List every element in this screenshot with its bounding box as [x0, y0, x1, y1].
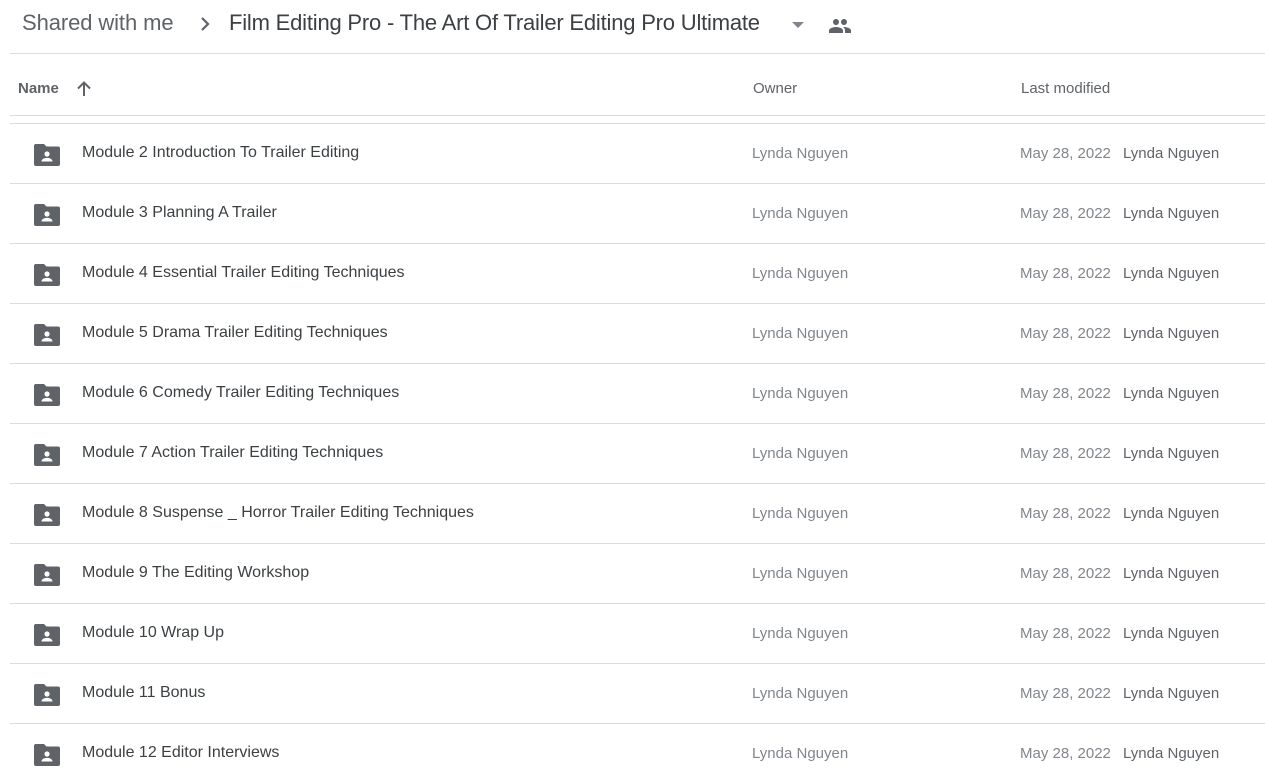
file-modified-date: May 28, 2022: [1020, 565, 1111, 582]
shared-folder-icon: [34, 264, 60, 286]
file-name: Module 2 Introduction To Trailer Editing: [82, 144, 360, 161]
file-modified-by: Lynda Nguyen: [1123, 565, 1220, 582]
file-modified-by: Lynda Nguyen: [1123, 325, 1220, 342]
file-row[interactable]: Module 4 Essential Trailer Editing Techn…: [10, 243, 1265, 303]
file-row[interactable]: Module 7 Action Trailer Editing Techniqu…: [10, 423, 1265, 483]
file-row[interactable]: Module 10 Wrap Up Lynda Nguyen May 28, 2…: [10, 603, 1265, 663]
shared-folder-icon: [34, 204, 60, 226]
file-name: Module 11 Bonus: [82, 684, 206, 701]
column-header-owner: Owner: [753, 80, 798, 97]
column-header-divider: [10, 115, 1265, 116]
file-row[interactable]: Module 6 Comedy Trailer Editing Techniqu…: [10, 363, 1265, 423]
file-name: Module 12 Editor Interviews: [82, 744, 280, 761]
file-modified-by: Lynda Nguyen: [1123, 145, 1220, 162]
file-row[interactable]: Module 5 Drama Trailer Editing Technique…: [10, 303, 1265, 363]
file-list: Module 2 Introduction To Trailer Editing…: [10, 123, 1265, 783]
breadcrumb-shared-with-me[interactable]: Shared with me: [22, 10, 174, 36]
file-name: Module 8 Suspense _ Horror Trailer Editi…: [82, 504, 474, 521]
file-row[interactable]: Module 8 Suspense _ Horror Trailer Editi…: [10, 483, 1265, 543]
caret-down-icon[interactable]: [789, 14, 807, 34]
file-modified-date: May 28, 2022: [1020, 265, 1111, 282]
file-modified-date: May 28, 2022: [1020, 445, 1111, 462]
file-row[interactable]: Module 3 Planning A Trailer Lynda Nguyen…: [10, 183, 1265, 243]
file-modified-by: Lynda Nguyen: [1123, 745, 1220, 762]
arrow-up-icon[interactable]: [74, 79, 94, 99]
file-owner: Lynda Nguyen: [752, 385, 849, 402]
file-name: Module 9 The Editing Workshop: [82, 564, 310, 581]
shared-folder-icon: [34, 444, 60, 466]
file-modified-by: Lynda Nguyen: [1123, 265, 1220, 282]
shared-folder-icon: [34, 504, 60, 526]
column-header-name[interactable]: Name: [18, 80, 59, 97]
chevron-right-icon: [196, 13, 214, 35]
file-modified-by: Lynda Nguyen: [1123, 505, 1220, 522]
shared-folder-icon: [34, 324, 60, 346]
file-row[interactable]: Module 11 Bonus Lynda Nguyen May 28, 202…: [10, 663, 1265, 723]
file-owner: Lynda Nguyen: [752, 625, 849, 642]
file-name: Module 3 Planning A Trailer: [82, 204, 277, 221]
file-owner: Lynda Nguyen: [752, 325, 849, 342]
people-icon[interactable]: [828, 14, 852, 38]
file-owner: Lynda Nguyen: [752, 565, 849, 582]
file-modified-date: May 28, 2022: [1020, 685, 1111, 702]
file-name: Module 6 Comedy Trailer Editing Techniqu…: [82, 384, 400, 401]
file-row[interactable]: Module 2 Introduction To Trailer Editing…: [10, 123, 1265, 183]
file-row[interactable]: Module 9 The Editing Workshop Lynda Nguy…: [10, 543, 1265, 603]
file-modified-by: Lynda Nguyen: [1123, 625, 1220, 642]
file-owner: Lynda Nguyen: [752, 505, 849, 522]
file-modified-date: May 28, 2022: [1020, 205, 1111, 222]
file-modified-date: May 28, 2022: [1020, 625, 1111, 642]
file-owner: Lynda Nguyen: [752, 445, 849, 462]
shared-folder-icon: [34, 564, 60, 586]
shared-folder-icon: [34, 744, 60, 766]
file-modified-date: May 28, 2022: [1020, 325, 1111, 342]
file-name: Module 5 Drama Trailer Editing Technique…: [82, 324, 388, 341]
file-owner: Lynda Nguyen: [752, 685, 849, 702]
shared-folder-icon: [34, 684, 60, 706]
file-modified-by: Lynda Nguyen: [1123, 685, 1220, 702]
breadcrumb-current-folder[interactable]: Film Editing Pro - The Art Of Trailer Ed…: [229, 10, 760, 36]
file-row[interactable]: Module 12 Editor Interviews Lynda Nguyen…: [10, 723, 1265, 783]
file-modified-date: May 28, 2022: [1020, 145, 1111, 162]
file-owner: Lynda Nguyen: [752, 205, 849, 222]
file-name: Module 10 Wrap Up: [82, 624, 224, 641]
file-modified-date: May 28, 2022: [1020, 385, 1111, 402]
breadcrumb: Shared with me Film Editing Pro - The Ar…: [0, 0, 1265, 53]
file-name: Module 4 Essential Trailer Editing Techn…: [82, 264, 405, 281]
column-header-last-modified[interactable]: Last modified: [1021, 80, 1110, 97]
shared-folder-icon: [34, 144, 60, 166]
file-owner: Lynda Nguyen: [752, 745, 849, 762]
column-header-row: Name Owner Last modified: [10, 54, 1265, 115]
file-owner: Lynda Nguyen: [752, 265, 849, 282]
shared-folder-icon: [34, 624, 60, 646]
shared-folder-icon: [34, 384, 60, 406]
file-owner: Lynda Nguyen: [752, 145, 849, 162]
file-modified-date: May 28, 2022: [1020, 745, 1111, 762]
file-modified-date: May 28, 2022: [1020, 505, 1111, 522]
file-modified-by: Lynda Nguyen: [1123, 205, 1220, 222]
file-modified-by: Lynda Nguyen: [1123, 445, 1220, 462]
file-modified-by: Lynda Nguyen: [1123, 385, 1220, 402]
file-name: Module 7 Action Trailer Editing Techniqu…: [82, 444, 384, 461]
